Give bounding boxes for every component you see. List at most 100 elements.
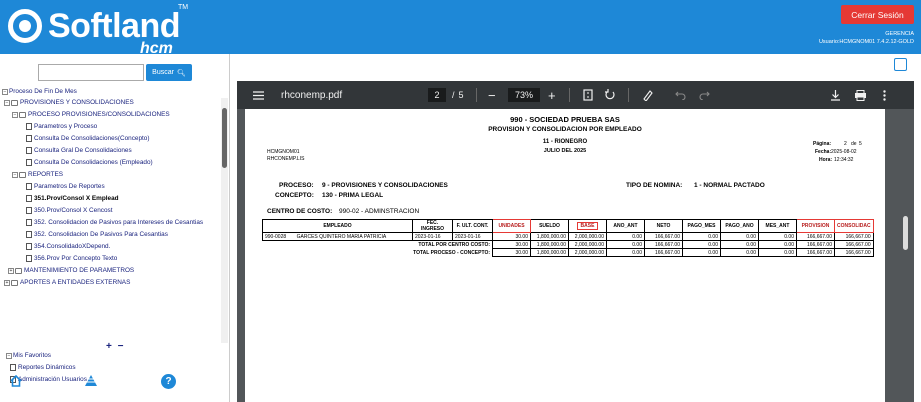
tree-item-352-cesantias[interactable]: 352. Consolidacion De Pasivos Para Cesan…	[26, 231, 168, 238]
pdf-scrollbar[interactable]	[903, 121, 909, 391]
rotate-icon[interactable]	[604, 81, 616, 109]
col-empleado: EMPLEADO	[262, 219, 413, 233]
collapse-icon[interactable]: −	[6, 352, 12, 359]
collapse-all-button[interactable]: −	[118, 341, 124, 352]
company-label: GERENCIA	[885, 31, 914, 37]
cell-neto: 166,667.00	[644, 232, 683, 241]
page-separator: /	[452, 90, 455, 100]
cell-unidades: 30.00	[492, 232, 531, 241]
search-input[interactable]	[38, 64, 144, 81]
tree-node-mantenimiento[interactable]: + MANTENIMIENTO DE PARAMETROS	[8, 267, 134, 274]
col-unidades: UNIDADES	[492, 219, 531, 233]
tree-node-proceso-provisiones[interactable]: − PROCESO PROVISIONES/CONSOLIDACIONES	[12, 111, 170, 118]
tree-item-consulta-empleado[interactable]: Consulta De Consolidaciones (Empleado)	[26, 159, 153, 166]
redo-icon[interactable]	[699, 81, 710, 109]
report-title: PROVISION Y CONSOLIDACION POR EMPLEADO	[488, 126, 642, 133]
report-page-label: Página:	[813, 141, 832, 147]
tree-item-354[interactable]: 354.ConsolidadoXDepend.	[26, 243, 110, 250]
more-options-icon[interactable]	[883, 81, 886, 109]
proceso-value: 9 - PROVISIONES Y CONSOLIDACIONES	[322, 182, 448, 189]
tree-item-consulta-concepto[interactable]: Consulta De Consolidaciones(Concepto)	[26, 135, 149, 142]
download-icon[interactable]	[830, 81, 841, 109]
pdf-viewer: rhconemp.pdf 2 / 5 − 73% + 990 - SOCIEDA…	[237, 81, 914, 402]
favorite-reportes-dinamicos[interactable]: Reportes Dinámicos	[10, 364, 76, 371]
tree-item-356[interactable]: 356.Prov Por Concepto Texto	[26, 255, 117, 262]
tree-node-provisiones[interactable]: − PROVISIONES Y CONSOLIDACIONES	[4, 99, 134, 106]
cell-sueldo: 1,800,000.00	[530, 232, 569, 241]
total-cell: 0.00	[682, 240, 721, 249]
total-cell: 30.00	[492, 248, 531, 257]
tree-scrollbar[interactable]	[221, 98, 228, 343]
collapse-icon[interactable]: −	[2, 88, 8, 95]
export-icon[interactable]	[894, 58, 907, 71]
report-page-value: 2	[844, 141, 847, 147]
total-centro-row: TOTAL POR CENTRO COSTO: 30.00 1,800,000.…	[263, 240, 874, 249]
undo-icon[interactable]	[675, 81, 686, 109]
tree-item-352-intereses[interactable]: 352. Consolidacion de Pasivos para Inter…	[26, 219, 203, 226]
zoom-out-button[interactable]: −	[488, 81, 496, 109]
col-ano-ant: ANO_ANT	[606, 219, 645, 233]
print-icon[interactable]	[854, 81, 867, 109]
cell-pago-mes: 0.00	[682, 232, 721, 241]
concepto-value: 130 - PRIMA LEGAL	[322, 192, 384, 199]
col-fult-cont: F. ULT. CONT.	[452, 219, 493, 233]
toolbar-divider	[476, 88, 477, 102]
home-icon[interactable]	[9, 374, 23, 388]
document-icon	[26, 255, 32, 262]
pdf-page: 990 - SOCIEDAD PRUEBA SAS PROVISION Y CO…	[245, 109, 885, 402]
expand-all-button[interactable]: +	[106, 341, 112, 352]
folder-icon	[15, 267, 22, 274]
tree-item-351[interactable]: 351.Prov/Consol X Emplead	[26, 195, 119, 202]
tree-item-parametros-reportes[interactable]: Parametros De Reportes	[26, 183, 105, 190]
document-icon	[26, 159, 32, 166]
search-icon: 🔍︎	[176, 69, 186, 77]
expand-icon[interactable]: +	[4, 279, 10, 286]
cell-consolidac: 166,667.00	[834, 232, 874, 241]
tree-node-root[interactable]: − Proceso De Fin De Mes	[2, 88, 77, 95]
tree-scroll-thumb[interactable]	[222, 108, 227, 168]
logout-button[interactable]: Cerrar Sesión	[841, 5, 914, 24]
document-icon	[26, 147, 32, 154]
tree-item-parametros-proceso[interactable]: Parametros y Proceso	[26, 123, 97, 130]
tree-expand-controls: + −	[106, 341, 123, 352]
col-base: BASE	[576, 222, 599, 230]
total-cell: 0.00	[758, 248, 797, 257]
tree-item-350[interactable]: 350.Prov/Consol X Cencost	[26, 207, 113, 214]
page-number-input[interactable]: 2	[428, 88, 446, 102]
cell-employee-code: 990-0028	[261, 232, 295, 241]
cell-pago-ano: 0.00	[720, 232, 759, 241]
expand-icon[interactable]: +	[8, 267, 14, 274]
collapse-icon[interactable]: −	[12, 111, 18, 118]
total-cell: 1,800,000.00	[530, 240, 569, 249]
document-icon	[26, 183, 32, 190]
report-user-code: HCMGNOM01	[267, 149, 300, 155]
tree-node-reportes[interactable]: − REPORTES	[12, 171, 63, 178]
favorites-title[interactable]: − Mis Favoritos	[6, 352, 51, 359]
collapse-icon[interactable]: −	[12, 171, 18, 178]
menu-icon[interactable]	[253, 81, 264, 109]
total-cell: 30.00	[492, 240, 531, 249]
document-icon	[26, 219, 32, 226]
cell-fec-ingreso: 2023-01-16	[412, 232, 453, 241]
tree-item-consulta-gral[interactable]: Consulta Gral De Consolidaciones	[26, 147, 132, 154]
collapse-icon[interactable]: −	[4, 99, 10, 106]
stack-icon[interactable]	[84, 374, 98, 388]
pdf-scroll-thumb[interactable]	[903, 216, 908, 250]
report-time-label: Hora:	[819, 157, 833, 163]
tree-node-aportes[interactable]: + APORTES A ENTIDADES EXTERNAS	[4, 279, 130, 286]
total-cell: 0.00	[682, 248, 721, 257]
app-header: Softland TM hcm Cerrar Sesión GERENCIA U…	[0, 0, 921, 57]
folder-icon	[11, 279, 18, 286]
zoom-input[interactable]: 73%	[508, 88, 540, 102]
logo-trademark: TM	[178, 4, 189, 11]
report-branch: 11 - RIONEGRO	[542, 139, 588, 145]
document-icon	[26, 123, 32, 130]
report-page-of: de	[851, 141, 857, 147]
content-area: rhconemp.pdf 2 / 5 − 73% + 990 - SOCIEDA…	[231, 54, 921, 402]
total-proceso-label: TOTAL PROCESO - CONCEPTO:	[413, 249, 490, 256]
zoom-in-button[interactable]: +	[548, 81, 556, 109]
help-icon[interactable]: ?	[161, 374, 176, 389]
annotate-icon[interactable]	[642, 81, 654, 109]
fit-page-icon[interactable]	[583, 81, 593, 109]
search-button[interactable]: Buscar 🔍︎	[146, 64, 192, 81]
